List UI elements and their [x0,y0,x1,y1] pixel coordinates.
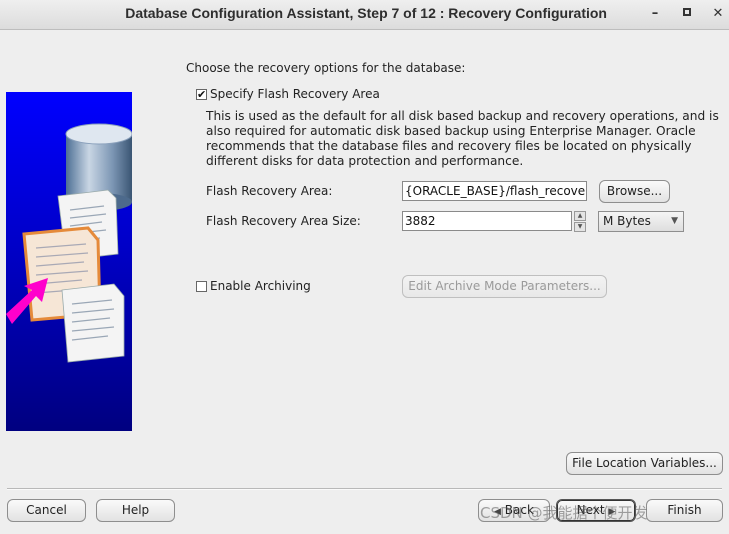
size-unit-value: M Bytes [603,214,651,228]
title-bar: Database Configuration Assistant, Step 7… [0,0,729,30]
close-button[interactable]: ✕ [707,4,729,24]
next-label: Next [576,503,605,517]
file-location-variables-button[interactable]: File Location Variables... [566,452,723,475]
back-arrow-icon: ◀ [494,507,501,517]
minimize-button[interactable]: – [644,4,666,24]
finish-button[interactable]: Finish [646,499,723,522]
back-label: Back [504,503,534,517]
spin-up-icon[interactable]: ▲ [574,211,586,221]
intro-text: Choose the recovery options for the data… [186,61,466,75]
maximize-icon [683,8,691,16]
size-spinner: ▲ ▼ [574,211,586,232]
footer-separator [7,488,722,490]
enable-archiving-label[interactable]: Enable Archiving [210,279,311,293]
back-button[interactable]: ◀ Back [478,499,550,522]
browse-button[interactable]: Browse... [599,180,670,203]
flash-recovery-size-input[interactable]: 3882 [402,211,572,231]
edit-archive-params-button[interactable]: Edit Archive Mode Parameters... [402,275,607,298]
flash-recovery-checkbox[interactable]: ✔ [196,89,207,100]
flash-recovery-checkbox-label[interactable]: Specify Flash Recovery Area [210,87,380,101]
next-button[interactable]: Next ▶ [556,499,636,522]
size-unit-select[interactable]: M Bytes ▼ [598,211,684,232]
cancel-button[interactable]: Cancel [7,499,86,522]
enable-archiving-checkbox[interactable] [196,281,207,292]
flash-recovery-description: This is used as the default for all disk… [206,109,719,168]
flash-recovery-area-label: Flash Recovery Area: [206,184,333,198]
maximize-button[interactable] [676,4,698,24]
wizard-illustration [6,92,132,431]
flash-recovery-size-label: Flash Recovery Area Size: [206,214,361,228]
help-button[interactable]: Help [96,499,175,522]
dropdown-arrow-icon: ▼ [671,216,678,226]
window-title: Database Configuration Assistant, Step 7… [125,5,607,21]
flash-recovery-area-input[interactable]: {ORACLE_BASE}/flash_recovery_ [402,181,587,201]
document-stack-icon [22,189,125,363]
spin-down-icon[interactable]: ▼ [574,222,586,232]
next-arrow-icon: ▶ [608,507,616,517]
database-illustration-icon [6,123,132,363]
